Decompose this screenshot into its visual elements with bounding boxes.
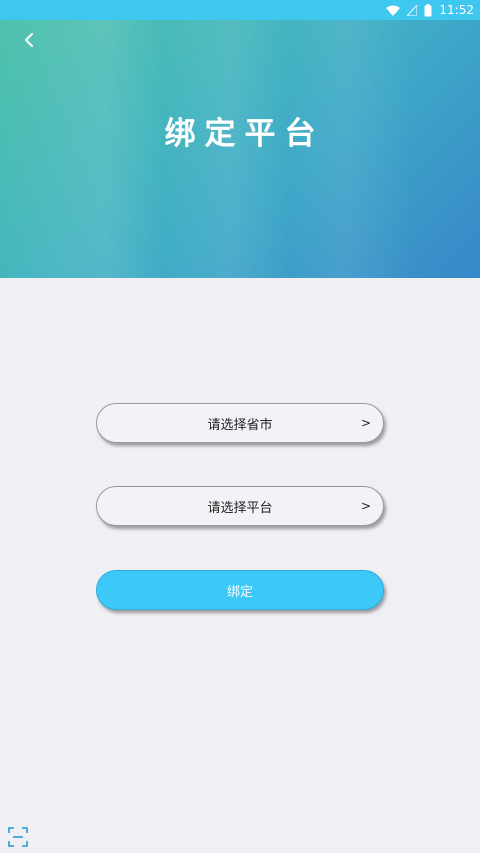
page-title: 绑定平台 xyxy=(164,116,325,152)
platform-select[interactable]: 请选择平台 > xyxy=(96,486,384,526)
header-banner: 绑定平台 xyxy=(0,20,480,278)
scan-button[interactable] xyxy=(8,827,28,847)
bind-button[interactable]: 绑定 xyxy=(96,570,384,610)
province-city-select[interactable]: 请选择省市 > xyxy=(96,403,384,443)
province-city-placeholder: 请选择省市 xyxy=(207,417,273,433)
wifi-icon xyxy=(386,5,401,16)
battery-icon xyxy=(424,3,432,17)
signal-icon xyxy=(407,4,418,16)
back-button[interactable] xyxy=(16,28,42,54)
platform-placeholder: 请选择平台 xyxy=(207,500,273,516)
status-icons: 11:52 xyxy=(386,2,474,18)
status-time: 11:52 xyxy=(439,3,474,17)
chevron-right-icon: > xyxy=(360,499,371,513)
bind-button-label: 绑定 xyxy=(226,584,253,600)
status-bar: 11:52 xyxy=(0,0,480,20)
chevron-right-icon: > xyxy=(360,416,371,430)
chevron-left-icon xyxy=(23,32,35,51)
scan-icon xyxy=(8,827,28,851)
